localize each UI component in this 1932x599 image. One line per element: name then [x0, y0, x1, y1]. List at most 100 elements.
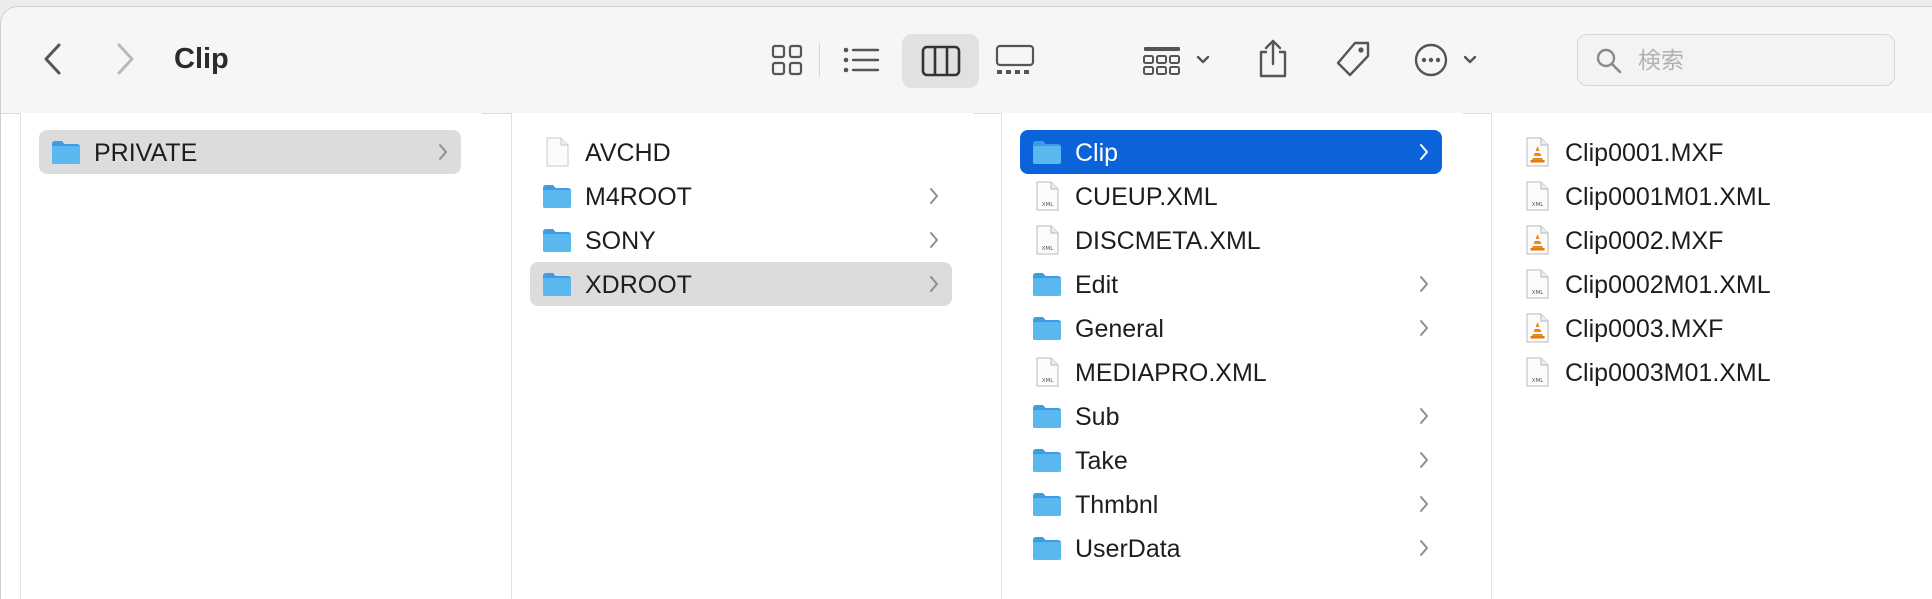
chevron-right-icon	[1418, 275, 1430, 298]
toolbar: Clip	[1, 7, 1932, 114]
list-view-icon	[843, 47, 880, 73]
file-item[interactable]: XML Clip0002M01.XML	[1510, 262, 1913, 306]
group-button[interactable]	[1141, 38, 1217, 82]
forward-button[interactable]	[103, 37, 147, 81]
tag-icon	[1336, 41, 1370, 77]
folder-item[interactable]: PRIVATE	[39, 130, 461, 174]
chevron-right-icon	[437, 143, 449, 166]
folder-icon	[1032, 313, 1062, 343]
svg-text:XML: XML	[1042, 378, 1055, 384]
column-4[interactable]: Clip0001.MXF XML Clip0001M01.XML Clip0002.M…	[1491, 113, 1932, 599]
folder-icon	[1032, 445, 1062, 475]
svg-text:XML: XML	[1042, 202, 1055, 208]
folder-item[interactable]: UserData	[1020, 526, 1442, 570]
chevron-right-icon	[117, 43, 134, 75]
folder-item[interactable]: SONY	[530, 218, 952, 262]
chevron-right-icon	[1418, 143, 1430, 166]
chevron-left-icon	[44, 43, 61, 75]
xml-file-icon: XML	[1522, 357, 1552, 387]
folder-icon	[542, 269, 572, 299]
column-browser: PRIVATE AVCHD M4ROOT SONY XDROOT Clip XML CUE…	[1, 113, 1932, 599]
item-label: PRIVATE	[94, 139, 198, 167]
item-label: CUEUP.XML	[1075, 183, 1218, 211]
folder-item[interactable]: Sub	[1020, 394, 1442, 438]
folder-icon	[51, 137, 81, 167]
file-item[interactable]: Clip0003.MXF	[1510, 306, 1913, 350]
finder-window: Clip 検索 PRIVATE AVCHD M4ROOT SONY XDROOT…	[0, 6, 1932, 599]
chevron-right-icon	[928, 231, 940, 254]
xml-file-icon: XML	[1032, 181, 1062, 211]
folder-item[interactable]: M4ROOT	[530, 174, 952, 218]
gallery-view-icon	[995, 44, 1035, 74]
vlc-media-file-icon	[1522, 137, 1552, 167]
back-button[interactable]	[31, 37, 75, 81]
folder-icon	[542, 181, 572, 211]
folder-icon	[1032, 137, 1062, 167]
folder-icon	[1032, 401, 1062, 431]
file-item[interactable]: AVCHD	[530, 130, 952, 174]
item-label: AVCHD	[585, 139, 671, 167]
share-icon	[1259, 39, 1287, 78]
column-view-button[interactable]	[902, 34, 979, 88]
item-label: SONY	[585, 227, 656, 255]
svg-text:XML: XML	[1532, 290, 1545, 296]
chevron-right-icon	[1418, 539, 1430, 562]
file-item[interactable]: XML Clip0003M01.XML	[1510, 350, 1913, 394]
item-label: Clip	[1075, 139, 1119, 167]
group-icon	[1143, 47, 1210, 75]
column-3[interactable]: Clip XML CUEUP.XML XML DISCMETA.XML Edit Gener…	[1001, 113, 1463, 599]
search-field[interactable]	[1577, 34, 1895, 86]
xml-file-icon: XML	[1522, 181, 1552, 211]
item-label: Take	[1075, 447, 1128, 475]
svg-text:XML: XML	[1532, 202, 1545, 208]
xml-file-icon: XML	[1032, 225, 1062, 255]
folder-icon	[1032, 533, 1062, 563]
toolbar-separator	[819, 43, 820, 77]
folder-item[interactable]: Take	[1020, 438, 1442, 482]
chevron-right-icon	[1418, 319, 1430, 342]
chevron-right-icon	[1418, 495, 1430, 518]
column-2[interactable]: AVCHD M4ROOT SONY XDROOT	[511, 113, 973, 599]
svg-text:XML: XML	[1042, 246, 1055, 252]
item-label: Clip0002M01.XML	[1565, 271, 1771, 299]
vlc-media-file-icon	[1522, 225, 1552, 255]
file-item[interactable]: XML CUEUP.XML	[1020, 174, 1442, 218]
item-label: MEDIAPRO.XML	[1075, 359, 1267, 387]
folder-icon	[542, 225, 572, 255]
column-1[interactable]: PRIVATE	[20, 113, 482, 599]
chevron-right-icon	[1418, 407, 1430, 430]
list-view-button[interactable]	[837, 38, 885, 82]
folder-item[interactable]: Edit	[1020, 262, 1442, 306]
item-label: Clip0003M01.XML	[1565, 359, 1771, 387]
window-title: Clip	[174, 43, 229, 75]
item-label: UserData	[1075, 535, 1181, 563]
share-button[interactable]	[1251, 35, 1295, 83]
folder-item[interactable]: General	[1020, 306, 1442, 350]
item-label: Clip0001M01.XML	[1565, 183, 1771, 211]
grid-view-icon	[771, 44, 803, 76]
item-label: Thmbnl	[1075, 491, 1159, 519]
item-label: Sub	[1075, 403, 1120, 431]
folder-item[interactable]: XDROOT	[530, 262, 952, 306]
file-item[interactable]: XML DISCMETA.XML	[1020, 218, 1442, 262]
file-item[interactable]: XML Clip0001M01.XML	[1510, 174, 1913, 218]
xml-file-icon: XML	[1032, 357, 1062, 387]
item-label: Clip0001.MXF	[1565, 139, 1724, 167]
file-item[interactable]: XML MEDIAPRO.XML	[1020, 350, 1442, 394]
vlc-media-file-icon	[1522, 313, 1552, 343]
file-item[interactable]: Clip0001.MXF	[1510, 130, 1913, 174]
ellipsis-circle-icon	[1414, 43, 1477, 77]
item-label: Edit	[1075, 271, 1119, 299]
chevron-right-icon	[1418, 451, 1430, 474]
search-icon	[1596, 48, 1622, 74]
icon-view-button[interactable]	[763, 38, 811, 82]
file-item[interactable]: Clip0002.MXF	[1510, 218, 1913, 262]
column-view-icon	[921, 45, 960, 77]
more-actions-button[interactable]	[1413, 38, 1489, 82]
item-label: XDROOT	[585, 271, 692, 299]
gallery-view-button[interactable]	[991, 38, 1039, 82]
search-input[interactable]	[1636, 45, 1880, 77]
tags-button[interactable]	[1329, 37, 1377, 83]
folder-item[interactable]: Clip	[1020, 130, 1442, 174]
folder-item[interactable]: Thmbnl	[1020, 482, 1442, 526]
